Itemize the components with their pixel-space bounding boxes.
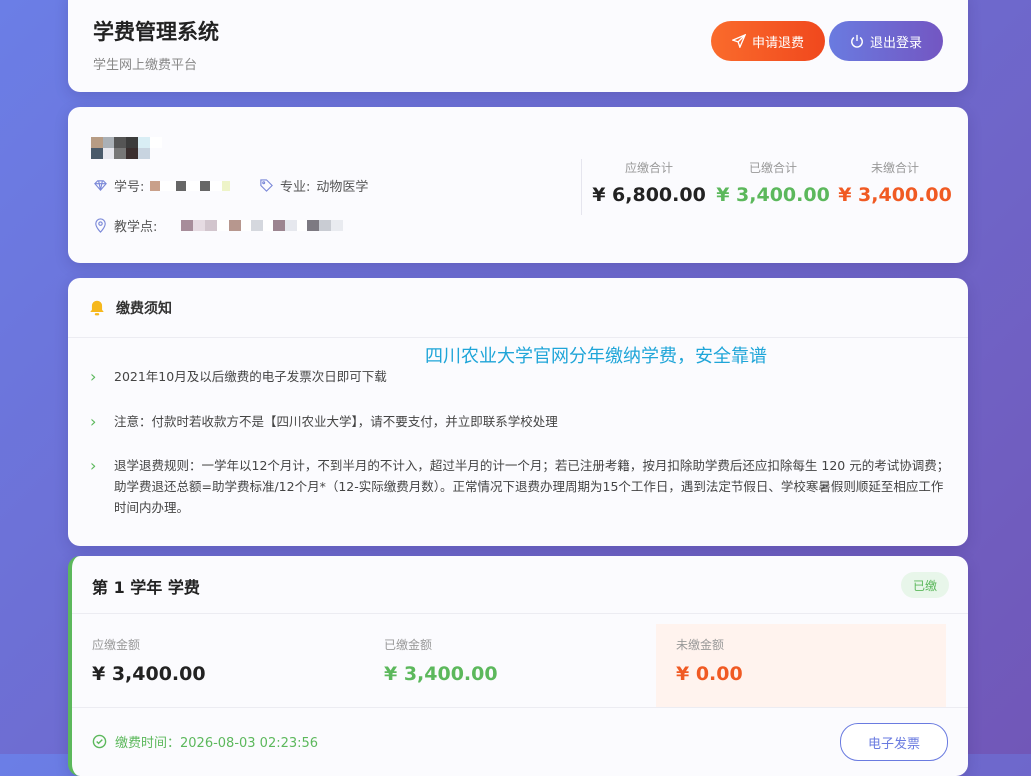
summary-paid: 已缴合计 ¥ 3,400.00 xyxy=(713,159,833,206)
student-name-redacted xyxy=(91,137,163,159)
amount-paid-label: 已缴金额 xyxy=(384,638,433,652)
campus-row: 教学点: xyxy=(93,216,366,235)
summary-unpaid-value: ¥ 3,400.00 xyxy=(838,184,952,206)
payment-time: 缴费时间：2026-08-03 02:23:56 xyxy=(92,732,318,751)
logout-button[interactable]: 退出登录 xyxy=(829,21,943,61)
chevron-right-icon: › xyxy=(90,367,97,386)
chevron-right-icon: › xyxy=(90,412,97,431)
amount-due: 应缴金额 ¥ 3,400.00 xyxy=(72,624,362,708)
refund-button-label: 申请退费 xyxy=(751,35,804,51)
overlay-caption: 四川农业大学官网分年缴纳学费，安全靠谱 xyxy=(425,346,767,367)
student-id-label: 学号: xyxy=(114,180,145,195)
payment-time-text: 缴费时间：2026-08-03 02:23:56 xyxy=(115,736,319,751)
year-title: 第 1 学年 学费 xyxy=(92,578,200,597)
student-id-redacted xyxy=(150,180,231,191)
year-divider-top xyxy=(72,613,968,614)
notice-item-text: 注意：付款时若收款方不是【四川农业大学】，请不要支付，并立即联系学校处理 xyxy=(114,414,558,429)
notice-header: 缴费须知 xyxy=(88,298,172,318)
summary-unpaid: 未缴合计 ¥ 3,400.00 xyxy=(835,159,955,206)
student-id-row: 学号: xyxy=(93,176,231,195)
location-icon xyxy=(95,218,106,233)
amount-paid: 已缴金额 ¥ 3,400.00 xyxy=(364,624,654,708)
diamond-icon xyxy=(94,180,107,192)
summary-due-label: 应缴合计 xyxy=(624,161,673,175)
summary-paid-value: ¥ 3,400.00 xyxy=(716,184,830,206)
page-subtitle: 学生网上缴费平台 xyxy=(93,58,198,73)
campus-label: 教学点: xyxy=(114,220,158,235)
major-value: 动物医学 xyxy=(316,180,369,195)
chevron-right-icon: › xyxy=(90,456,97,475)
tag-icon xyxy=(260,179,273,192)
amount-due-value: ¥ 3,400.00 xyxy=(92,663,206,685)
year-fee-card: 第 1 学年 学费 已缴 应缴金额 ¥ 3,400.00 已缴金额 ¥ 3,40… xyxy=(68,556,968,776)
logout-button-label: 退出登录 xyxy=(869,35,922,51)
summary-due: 应缴合计 ¥ 6,800.00 xyxy=(589,159,709,206)
student-info-card: 学号: 专业: 动物医学 教学点: 应缴合计 ¥ 6,800.00 已缴合计 ¥… xyxy=(68,107,968,263)
campus-redacted xyxy=(181,220,366,231)
header-card: 学费管理系统 学生网上缴费平台 申请退费 退出登录 xyxy=(68,0,968,92)
summary-paid-label: 已缴合计 xyxy=(748,161,797,175)
bell-icon xyxy=(90,300,104,316)
page-title: 学费管理系统 xyxy=(93,20,219,44)
amount-unpaid-value: ¥ 0.00 xyxy=(676,663,743,685)
notice-item: › 退学退费规则：一学年以12个月计，不到半月的不计入，超过半月的计一个月；若已… xyxy=(90,455,950,518)
send-icon xyxy=(731,34,746,48)
amount-unpaid-label: 未缴金额 xyxy=(676,638,725,652)
power-icon xyxy=(851,34,863,48)
year-divider-bottom xyxy=(72,707,968,708)
notice-divider xyxy=(68,337,968,338)
notice-item-text: 退学退费规则：一学年以12个月计，不到半月的不计入，超过半月的计一个月；若已注册… xyxy=(114,458,950,515)
notice-item: › 注意：付款时若收款方不是【四川农业大学】，请不要支付，并立即联系学校处理 xyxy=(90,411,950,432)
refund-button[interactable]: 申请退费 xyxy=(711,21,825,61)
status-badge: 已缴 xyxy=(901,572,949,598)
major-label: 专业: xyxy=(280,180,311,195)
notice-title: 缴费须知 xyxy=(116,301,172,317)
summary-due-value: ¥ 6,800.00 xyxy=(592,184,706,206)
amount-due-label: 应缴金额 xyxy=(92,638,141,652)
notice-card: 缴费须知 四川农业大学官网分年缴纳学费，安全靠谱 › 2021年10月及以后缴费… xyxy=(68,278,968,546)
notice-item-text: 2021年10月及以后缴费的电子发票次日即可下载 xyxy=(114,369,387,384)
check-circle-icon xyxy=(92,734,107,749)
summary-divider xyxy=(581,159,582,215)
major-row: 专业: 动物医学 xyxy=(259,176,368,195)
amount-unpaid: 未缴金额 ¥ 0.00 xyxy=(656,624,946,708)
e-invoice-button[interactable]: 电子发票 xyxy=(840,723,948,761)
amount-paid-value: ¥ 3,400.00 xyxy=(384,663,498,685)
notice-item: › 2021年10月及以后缴费的电子发票次日即可下载 xyxy=(90,366,950,387)
summary-unpaid-label: 未缴合计 xyxy=(870,161,919,175)
